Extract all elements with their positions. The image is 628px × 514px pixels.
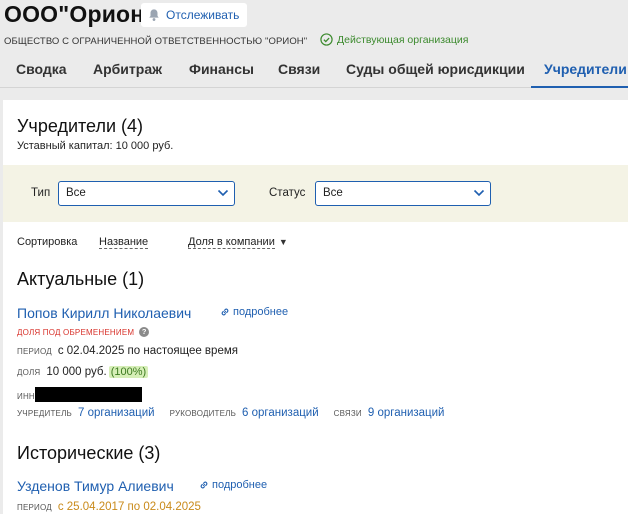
head-of-label: РУКОВОДИТЕЛЬ xyxy=(169,409,237,418)
share-value: 10 000 руб. xyxy=(46,366,107,378)
status-text: Действующая организация xyxy=(337,33,469,46)
founder-name-link[interactable]: Попов Кирилл Николаевич xyxy=(17,305,191,321)
sort-label: Сортировка xyxy=(17,236,78,248)
period-label: ПЕРИОД xyxy=(17,347,52,356)
caret-down-icon: ▼ xyxy=(278,237,288,247)
historic-details-link[interactable]: подробнее xyxy=(199,479,267,491)
historic-period-value: с 25.04.2017 по 02.04.2025 xyxy=(57,501,201,513)
founders-panel: Учредители (4) Уставный капитал: 10 000 … xyxy=(3,100,628,514)
chevron-down-icon xyxy=(473,189,485,197)
tab-arbitration[interactable]: Арбитраж xyxy=(93,52,162,88)
bell-icon xyxy=(149,9,159,21)
head-of-link[interactable]: 6 организаций xyxy=(242,407,319,419)
tab-founders[interactable]: Учредители xyxy=(544,52,627,88)
historic-period-row: ПЕРИОД с 25.04.2017 по 02.04.2025 xyxy=(17,501,201,513)
filter-bar: Тип Все Статус Все xyxy=(3,165,628,222)
tab-summary[interactable]: Сводка xyxy=(16,52,67,88)
inn-label: ИНН xyxy=(17,392,35,401)
type-select-value: Все xyxy=(66,187,86,199)
historic-group-title: Исторические (3) xyxy=(17,443,161,463)
sort-by-share[interactable]: Доля в компании ▼ xyxy=(188,236,288,249)
relations-row: УЧРЕДИТЕЛЬ 7 организаций РУКОВОДИТЕЛЬ 6 … xyxy=(17,407,459,419)
section-title: Учредители (4) xyxy=(17,116,144,136)
historic-period-label: ПЕРИОД xyxy=(17,503,52,512)
status-filter-label: Статус xyxy=(269,187,306,199)
historic-founder-name-link[interactable]: Узденов Тимур Алиевич xyxy=(17,478,174,494)
tab-bar: Сводка Арбитраж Финансы Связи Суды общей… xyxy=(0,52,628,88)
sort-by-name[interactable]: Название xyxy=(99,236,149,249)
period-value: с 02.04.2025 по настоящее время xyxy=(57,345,238,357)
type-filter-label: Тип xyxy=(31,187,51,199)
watch-button-label: Отслеживать xyxy=(166,8,240,22)
details-link[interactable]: подробнее xyxy=(220,306,288,318)
inn-row: ИНН xyxy=(17,384,142,402)
chevron-down-icon xyxy=(217,189,229,197)
current-group-title: Актуальные (1) xyxy=(17,269,145,289)
active-tab-indicator xyxy=(531,86,628,88)
authorized-capital: Уставный капитал: 10 000 руб. xyxy=(17,140,174,152)
share-row: ДОЛЯ 10 000 руб. (100%) xyxy=(17,366,149,378)
founder-of-label: УЧРЕДИТЕЛЬ xyxy=(17,409,72,418)
historic-details-link-label: подробнее xyxy=(212,479,268,491)
period-row: ПЕРИОД с 02.04.2025 по настоящее время xyxy=(17,345,238,357)
company-header: ООО"Орион" Отслеживать ОБЩЕСТВО С ОГРАНИ… xyxy=(0,0,628,100)
link-icon xyxy=(221,308,229,316)
founder-of-link[interactable]: 7 организаций xyxy=(78,407,155,419)
check-circle-icon xyxy=(320,33,333,46)
tab-general-courts[interactable]: Суды общей юрисдикции xyxy=(346,52,525,88)
share-percent-badge: (100%) xyxy=(108,366,149,378)
company-full-name: ОБЩЕСТВО С ОГРАНИЧЕННОЙ ОТВЕТСТВЕННОСТЬЮ… xyxy=(4,36,308,47)
status-select[interactable]: Все xyxy=(315,181,491,206)
status-badge: Действующая организация xyxy=(320,33,468,46)
encumbrance-label: ДОЛЯ ПОД ОБРЕМЕНЕНИЕМ ? xyxy=(17,327,150,337)
type-select[interactable]: Все xyxy=(58,181,235,206)
inn-redacted-value xyxy=(34,387,142,402)
ties-label: СВЯЗИ xyxy=(333,409,362,418)
question-icon[interactable]: ? xyxy=(139,327,150,337)
status-select-value: Все xyxy=(323,187,343,199)
tab-connections[interactable]: Связи xyxy=(278,52,320,88)
ties-link[interactable]: 9 организаций xyxy=(368,407,445,419)
share-label: ДОЛЯ xyxy=(17,368,41,377)
encumbrance-text: ДОЛЯ ПОД ОБРЕМЕНЕНИЕМ xyxy=(17,327,135,337)
sort-by-share-label: Доля в компании xyxy=(188,236,275,249)
details-link-label: подробнее xyxy=(233,306,289,318)
watch-button[interactable]: Отслеживать xyxy=(141,3,248,27)
link-icon xyxy=(200,481,208,489)
tab-finances[interactable]: Финансы xyxy=(189,52,254,88)
company-name: ООО"Орион" xyxy=(4,1,156,27)
